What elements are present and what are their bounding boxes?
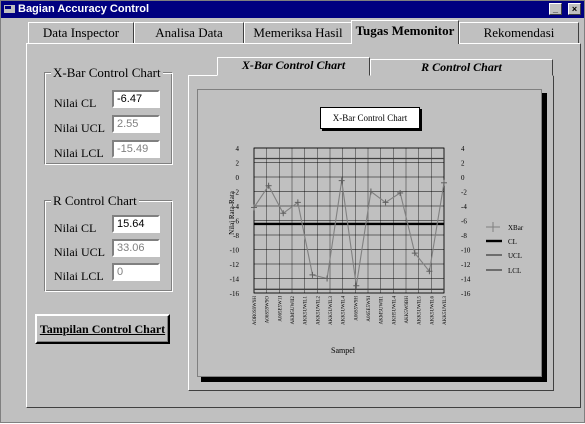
xbar-cl-label: Nilai CL [54, 96, 97, 110]
chart-title: X-Bar Control Chart [320, 107, 420, 129]
xbar-lcl-field[interactable]: -15.49 [112, 140, 160, 158]
app-icon [4, 5, 15, 13]
window-title: Bagian Accuracy Control [18, 3, 150, 15]
tab-data-inspector[interactable]: Data Inspector [28, 22, 134, 43]
xbar-group-title: X-Bar Control Chart [51, 65, 163, 81]
tab-tugas-memonitor[interactable]: Tugas Memonitor [351, 20, 459, 44]
close-icon: × [571, 4, 578, 14]
xbar-ucl-field[interactable]: 2.55 [112, 115, 160, 133]
minimize-icon: _ [552, 4, 558, 14]
r-ucl-label: Nilai UCL [54, 245, 105, 259]
main-window: Bagian Accuracy Control _ × Data Inspect… [0, 0, 585, 423]
show-chart-button[interactable]: Tampilan Control Chart [35, 314, 170, 344]
xbar-ucl-label: Nilai UCL [54, 121, 105, 135]
r-ucl-field[interactable]: 33.06 [112, 239, 160, 257]
tab-rekomendasi[interactable]: Rekomendasi [459, 22, 579, 43]
tab-memeriksa-hasil[interactable]: Memeriksa Hasil [244, 22, 352, 43]
tab-analisa-data[interactable]: Analisa Data [134, 22, 244, 43]
r-group-title: R Control Chart [51, 193, 139, 209]
chart-shadow-bottom [201, 377, 547, 382]
xbar-cl-field[interactable]: -6.47 [112, 90, 160, 108]
r-cl-label: Nilai CL [54, 221, 97, 235]
chart-frame [197, 89, 542, 377]
tab-r-chart[interactable]: R Control Chart [370, 59, 553, 76]
tab-xbar-chart[interactable]: X-Bar Control Chart [217, 57, 370, 76]
minimize-button[interactable]: _ [549, 3, 562, 15]
close-button[interactable]: × [568, 3, 581, 15]
r-lcl-label: Nilai LCL [54, 269, 104, 283]
r-cl-field[interactable]: 15.64 [112, 215, 160, 233]
chart-shadow-right [542, 93, 547, 382]
r-lcl-field[interactable]: 0 [112, 263, 160, 281]
xbar-lcl-label: Nilai LCL [54, 146, 104, 160]
title-bar[interactable]: Bagian Accuracy Control _ × [1, 1, 584, 18]
